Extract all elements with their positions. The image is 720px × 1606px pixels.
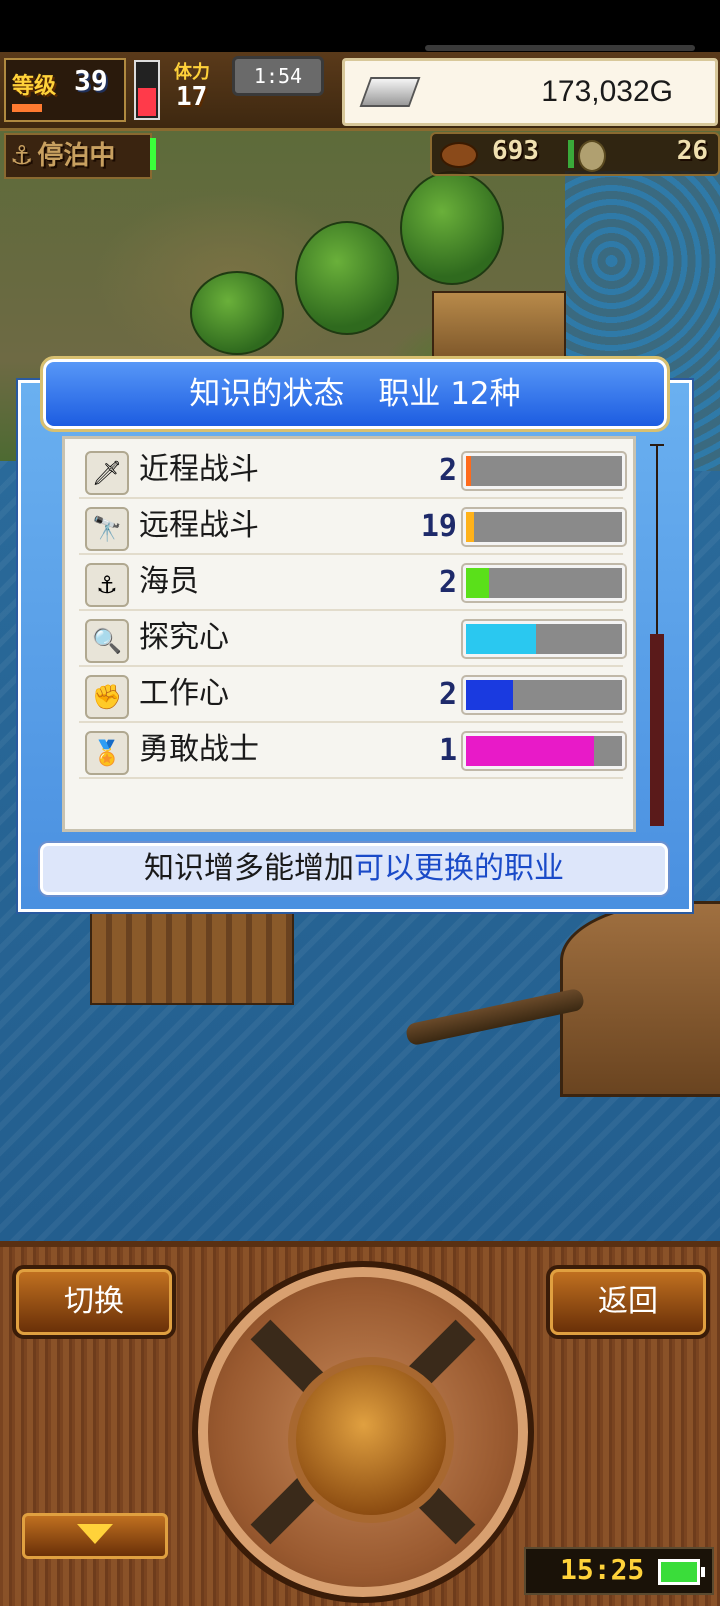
dock-status-label: 停泊中 (37, 141, 116, 171)
resource-panel: 693 26 (430, 132, 720, 176)
hint-text: 知识增多能增加 (144, 851, 354, 886)
pier (90, 911, 294, 1005)
knowledge-gauge (463, 453, 625, 489)
top-hud: 等级 39 体力 17 1:54 173,032G (0, 52, 720, 131)
food-value: 693 (492, 136, 539, 166)
level-value: 39 (74, 64, 108, 97)
tree (400, 171, 504, 285)
knowledge-label: 探究心 (139, 620, 229, 655)
sword-icon: 🗡 (85, 451, 129, 495)
knowledge-level: 2 (438, 565, 457, 600)
knowledge-level: 19 (420, 509, 457, 544)
level-panel: 等级 39 (4, 58, 126, 122)
knowledge-row[interactable]: 🗡 近程战斗 2 (79, 443, 625, 499)
knowledge-row[interactable]: ✊ 工作心 2 (79, 667, 625, 723)
knowledge-level: 1 (438, 733, 457, 768)
silver-bar-icon (359, 77, 421, 107)
stamina-value: 17 (176, 82, 208, 112)
tree (190, 271, 284, 355)
food-gauge (568, 140, 574, 168)
player-ship[interactable] (560, 901, 720, 1097)
confirm-button[interactable] (288, 1357, 454, 1523)
knowledge-gauge-fill (466, 456, 471, 486)
knowledge-label: 勇敢战士 (139, 732, 259, 767)
menu-toggle-button[interactable] (22, 1513, 168, 1559)
health-gauge (134, 60, 160, 120)
battery-icon (658, 1559, 705, 1585)
gold-panel: 173,032G (342, 58, 718, 126)
back-button[interactable]: 返回 (550, 1269, 706, 1335)
telescope-icon: 🔭 (85, 507, 129, 551)
knowledge-gauge-fill (466, 568, 490, 598)
medal-icon (578, 140, 606, 172)
knowledge-gauge-fill (466, 624, 537, 654)
health-fill (138, 88, 156, 116)
scrollbar-thumb[interactable] (650, 634, 664, 826)
knowledge-gauge (463, 509, 625, 545)
knowledge-label: 近程战斗 (139, 452, 259, 487)
medal-icon: 🏅 (85, 731, 129, 775)
level-label: 等级 (12, 74, 57, 99)
medal-value: 26 (676, 136, 708, 166)
knowledge-gauge (463, 677, 625, 713)
meat-icon (440, 142, 478, 168)
knowledge-gauge (463, 621, 625, 657)
clock-panel: 15:25 (524, 1547, 714, 1595)
dialog-title: 知识的状态 职业 12种 (40, 356, 670, 432)
fist-icon: ✊ (85, 675, 129, 719)
stamina-label: 体力 (174, 62, 210, 83)
knowledge-label: 工作心 (139, 676, 229, 711)
list-scrollbar[interactable] (650, 444, 664, 826)
switch-button[interactable]: 切换 (16, 1269, 172, 1335)
dialog-title-sub: 职业 12种 (378, 376, 521, 412)
knowledge-level: 2 (438, 453, 457, 488)
knowledge-label: 海员 (139, 564, 199, 599)
directional-pad[interactable] (192, 1261, 534, 1603)
down-arrow-icon (77, 1524, 113, 1544)
gold-value: 173,032G (541, 75, 673, 108)
magnifier-icon: 🔍 (85, 619, 129, 663)
hint-bar: 知识增多能增加可以更换的职业 (40, 843, 668, 895)
knowledge-row[interactable]: 🏅 勇敢战士 1 (79, 723, 625, 779)
anchor-icon: ⚓ (10, 141, 34, 171)
knowledge-row[interactable]: ⚓ 海员 2 (79, 555, 625, 611)
knowledge-level: 2 (438, 677, 457, 712)
tree (295, 221, 399, 335)
stamina-timer: 1:54 (232, 56, 324, 96)
knowledge-label: 远程战斗 (139, 508, 259, 543)
clock: 15:25 (560, 1553, 645, 1586)
knowledge-list[interactable]: 🗡 近程战斗 2 🔭 远程战斗 19 ⚓ 海员 2 🔍 探究心 ✊ 工作心 2 🏅 勇敢战士 1 (62, 436, 636, 832)
dialog-title-main: 知识的状态 (189, 376, 345, 412)
knowledge-gauge-fill (466, 680, 513, 710)
anchor-icon: ⚓ (85, 563, 129, 607)
dock-status: ⚓ 停泊中 (4, 133, 152, 179)
controller-panel: 切换 返回 15:25 (0, 1241, 720, 1606)
knowledge-gauge-fill (466, 736, 594, 766)
hint-highlight: 可以更换的职业 (354, 851, 564, 886)
knowledge-gauge (463, 733, 625, 769)
knowledge-gauge (463, 565, 625, 601)
xp-bar (12, 104, 42, 112)
dock-indicator (150, 138, 156, 170)
knowledge-gauge-fill (466, 512, 474, 542)
knowledge-row[interactable]: 🔍 探究心 (79, 611, 625, 667)
shop-building[interactable] (432, 291, 566, 365)
system-status-bar (0, 0, 720, 52)
notification-pill (425, 45, 695, 51)
knowledge-row[interactable]: 🔭 远程战斗 19 (79, 499, 625, 555)
